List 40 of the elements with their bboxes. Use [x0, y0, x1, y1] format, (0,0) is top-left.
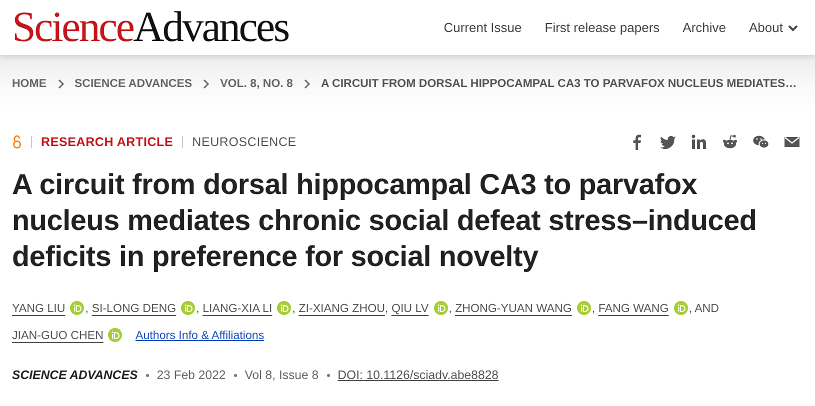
author-link[interactable]: YANG LIU: [12, 302, 66, 315]
site-logo[interactable]: ScienceAdvances: [12, 6, 288, 49]
nav-link[interactable]: About: [749, 20, 799, 35]
author-link[interactable]: LIANG-XIA LI: [202, 302, 272, 315]
journal-name: SCIENCE ADVANCES: [12, 368, 138, 382]
article-subject[interactable]: NEUROSCIENCE: [192, 135, 296, 149]
doi-link[interactable]: DOI: 10.1126/sciadv.abe8828: [338, 368, 499, 382]
separator-text: ,: [85, 302, 90, 315]
issue-text: Vol 8, Issue 8: [244, 368, 319, 382]
affiliations-link[interactable]: Authors Info & Affiliations: [135, 329, 264, 342]
author-link[interactable]: FANG WANG: [598, 302, 669, 315]
author-link[interactable]: JIAN-GUO CHEN: [12, 329, 104, 342]
linkedin-share-icon[interactable]: [691, 134, 707, 150]
chevron-icon: [202, 79, 210, 89]
author-link[interactable]: QIU LV: [391, 302, 429, 315]
separator-text: ,: [384, 302, 390, 315]
nav-link[interactable]: Archive: [682, 20, 726, 35]
nav-link[interactable]: First release papers: [544, 20, 660, 35]
separator-text: ,: [196, 302, 200, 315]
breadcrumb-link[interactable]: VOL. 8, NO. 8: [220, 78, 293, 90]
author-link[interactable]: ZI-XIANG ZHOU: [298, 302, 385, 315]
separator-text: ,: [448, 302, 453, 315]
publish-date: 23 Feb 2022: [156, 368, 226, 382]
author-link[interactable]: ZHONG-YUAN WANG: [455, 302, 572, 315]
separator-text: ,: [292, 302, 296, 315]
breadcrumb-link[interactable]: SCIENCE ADVANCES: [74, 78, 192, 90]
reddit-share-icon[interactable]: [722, 134, 738, 150]
breadcrumb-link[interactable]: HOME: [12, 78, 46, 90]
article-title: A circuit from dorsal hippocampal CA3 to parvafox nucleus mediates chronic social defeat stress–induced deficits in preference for social novelty: [12, 168, 758, 275]
wechat-share-icon[interactable]: [753, 134, 769, 150]
chevron-icon: [302, 79, 311, 89]
nav-link[interactable]: Current Issue: [444, 20, 522, 35]
email-share-icon[interactable]: [784, 134, 800, 150]
twitter-share-icon[interactable]: [660, 134, 676, 150]
chevron-icon: [56, 79, 64, 89]
separator-text: , AND: [688, 302, 720, 315]
author-link[interactable]: SI-LONG DENG: [92, 302, 176, 315]
separator-text: ,: [592, 302, 596, 315]
breadcrumb-link[interactable]: A CIRCUIT FROM DORSAL HIPPOCAMPAL CA3 TO PARVAFOX NUCLEUS MEDIATES…: [320, 78, 797, 90]
article-type[interactable]: RESEARCH ARTICLE: [41, 135, 174, 149]
